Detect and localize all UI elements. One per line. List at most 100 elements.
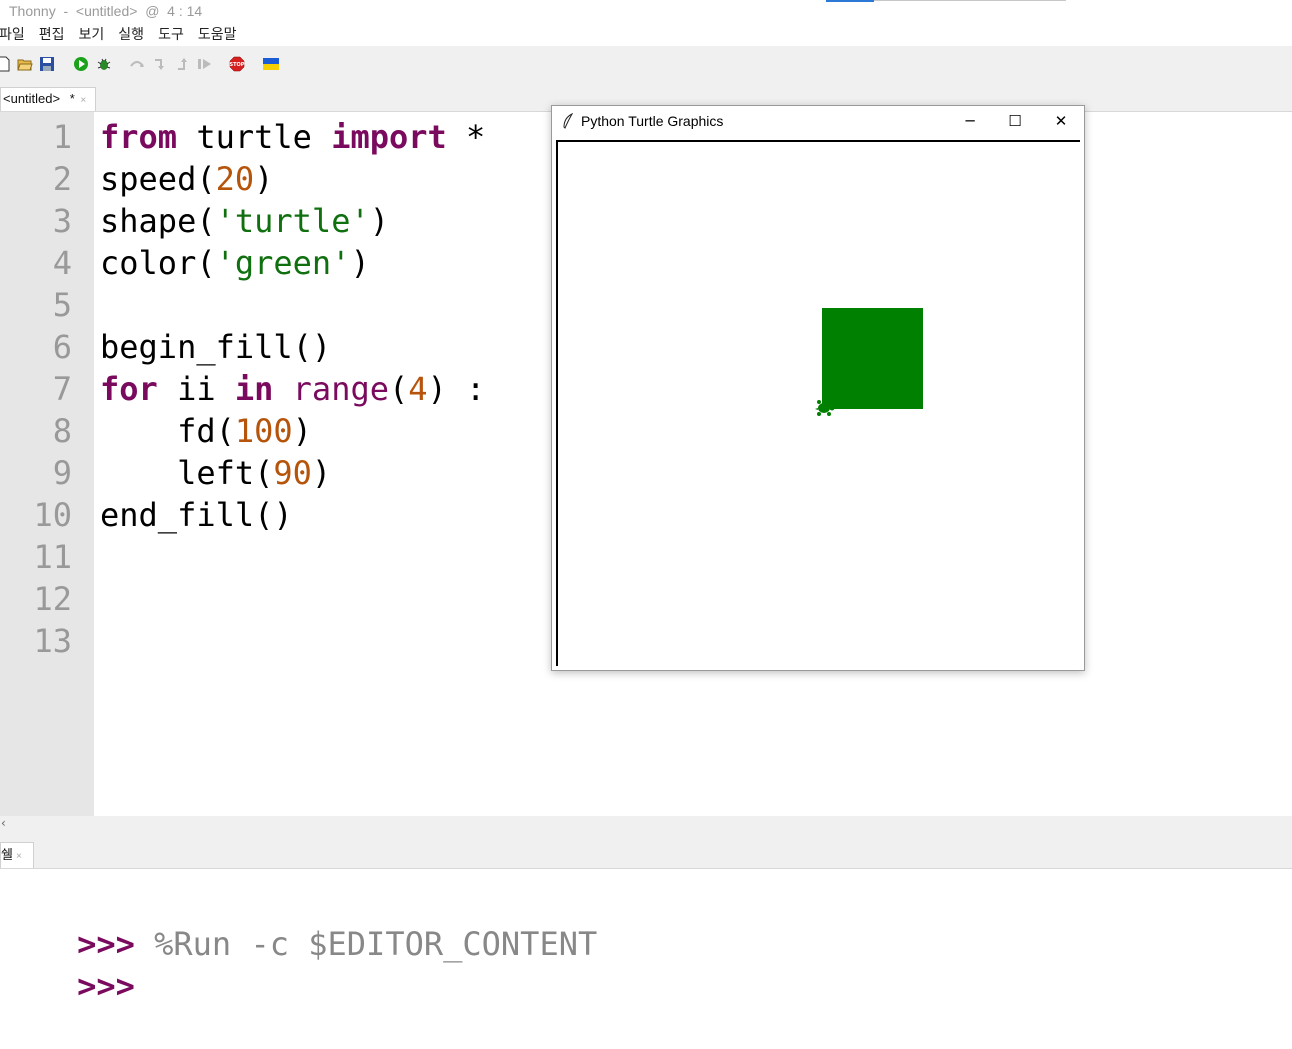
- line-number-gutter: 1 2 3 4 5 6 7 8 9 10 11 12 13: [0, 112, 94, 816]
- code-token: *: [446, 118, 486, 156]
- turtle-window-title: Python Turtle Graphics: [581, 113, 724, 129]
- code-line[interactable]: for ii in range(4) :: [100, 368, 485, 410]
- code-token: in: [234, 370, 274, 408]
- tab-shell[interactable]: 쉘 ×: [0, 842, 34, 868]
- scroll-left-icon[interactable]: ‹: [1, 816, 6, 830]
- line-number: 5: [52, 286, 72, 324]
- code-token: turtle: [177, 118, 332, 156]
- code-token: ): [350, 244, 370, 282]
- menu-tools[interactable]: 도구: [151, 24, 191, 46]
- close-button[interactable]: ✕: [1041, 110, 1081, 132]
- shell-tab-close-icon[interactable]: ×: [16, 851, 22, 862]
- line-number: 6: [52, 328, 72, 366]
- code-line[interactable]: color('green'): [100, 242, 485, 284]
- code-token: shape(: [100, 202, 216, 240]
- save-file-icon[interactable]: [39, 56, 55, 72]
- menu-help[interactable]: 도움말: [191, 24, 244, 46]
- code-line[interactable]: begin_fill(): [100, 326, 485, 368]
- code-line[interactable]: speed(20): [100, 158, 485, 200]
- resume-icon[interactable]: [197, 56, 213, 72]
- line-number: 7: [52, 370, 72, 408]
- code-token: ): [254, 160, 274, 198]
- code-area[interactable]: from turtle import * speed(20) shape('turt…: [100, 116, 485, 662]
- code-token: 4: [408, 370, 428, 408]
- code-token: left(: [100, 454, 274, 492]
- ukraine-flag-icon[interactable]: [263, 56, 279, 72]
- new-file-icon[interactable]: [0, 56, 12, 72]
- code-token: speed(: [100, 160, 216, 198]
- code-token: range: [292, 370, 389, 408]
- code-token: ): [292, 412, 312, 450]
- code-token: 90: [273, 454, 312, 492]
- line-number: 4: [52, 244, 72, 282]
- title-accent-line: [874, 0, 1066, 1]
- code-line[interactable]: end_fill(): [100, 494, 485, 536]
- shell-command: %Run -c $EDITOR_CONTENT: [134, 925, 598, 963]
- code-line[interactable]: [100, 536, 485, 578]
- code-token: from: [100, 118, 178, 156]
- shell-tab-label: 쉘: [1, 847, 13, 862]
- menu-edit[interactable]: 편집: [32, 24, 72, 46]
- toolbar: STOP: [0, 46, 1292, 86]
- code-token: for: [100, 370, 158, 408]
- menu-view[interactable]: 보기: [72, 24, 112, 46]
- line-number: 3: [52, 202, 72, 240]
- shell-line[interactable]: >>>: [0, 923, 135, 1049]
- line-number: 12: [33, 580, 72, 618]
- turtle-cursor-icon: [815, 400, 835, 416]
- turtle-canvas-frame: [556, 140, 1080, 666]
- maximize-button[interactable]: ☐: [995, 110, 1035, 132]
- menu-run[interactable]: 실행: [111, 24, 151, 46]
- code-line[interactable]: shape('turtle'): [100, 200, 485, 242]
- tab-untitled[interactable]: <untitled> * ×: [0, 87, 96, 111]
- tab-close-icon[interactable]: ×: [80, 95, 86, 106]
- line-number: 1: [52, 118, 72, 156]
- line-number: 10: [33, 496, 72, 534]
- run-icon[interactable]: [73, 56, 89, 72]
- turtle-canvas[interactable]: [556, 140, 1080, 666]
- debug-icon[interactable]: [96, 56, 112, 72]
- line-number: 2: [52, 160, 72, 198]
- filled-green-square: [822, 308, 923, 409]
- step-into-icon[interactable]: [152, 56, 168, 72]
- code-line[interactable]: from turtle import *: [100, 116, 485, 158]
- turtle-graphics-window[interactable]: Python Turtle Graphics ─ ☐ ✕: [551, 105, 1085, 671]
- shell-tab-strip: 쉘 ×: [0, 834, 1292, 869]
- code-token: import: [331, 118, 447, 156]
- editor-horizontal-scrollbar[interactable]: ‹: [0, 816, 1292, 834]
- step-over-icon[interactable]: [129, 56, 145, 72]
- turtle-window-title-bar[interactable]: Python Turtle Graphics ─ ☐ ✕: [552, 106, 1084, 136]
- title-accent: [826, 0, 874, 2]
- menu-file[interactable]: 파일: [0, 24, 32, 46]
- tab-modified-marker: *: [69, 91, 75, 106]
- code-token: color(: [100, 244, 216, 282]
- shell-console[interactable]: >>> %Run -c $EDITOR_CONTENT >>>: [0, 869, 1292, 1005]
- code-token: 'green': [215, 244, 351, 282]
- code-token: 20: [215, 160, 255, 198]
- stop-label: STOP: [230, 62, 245, 68]
- feather-icon: [563, 113, 574, 129]
- minimize-button[interactable]: ─: [950, 110, 990, 132]
- code-token: ): [311, 454, 332, 492]
- code-token: 100: [234, 412, 293, 450]
- code-token: ii: [157, 370, 235, 408]
- stop-icon[interactable]: STOP: [229, 56, 245, 72]
- line-number: 11: [33, 538, 72, 576]
- line-number: 13: [33, 622, 72, 660]
- code-token: end_fill(): [100, 496, 293, 534]
- line-number: 8: [52, 412, 72, 450]
- code-token: ): [369, 202, 389, 240]
- step-out-icon[interactable]: [175, 56, 191, 72]
- code-line[interactable]: [100, 284, 485, 326]
- code-line[interactable]: left(90): [100, 452, 485, 494]
- window-title-bar: Thonny - <untitled> @ 4 : 14: [0, 0, 1292, 24]
- open-file-icon[interactable]: [17, 56, 33, 72]
- code-token: begin_fill(): [100, 328, 332, 366]
- code-line[interactable]: fd(100): [100, 410, 485, 452]
- code-token: 'turtle': [215, 202, 370, 240]
- code-line[interactable]: [100, 620, 485, 662]
- code-token: fd(: [100, 412, 235, 450]
- menu-bar: 파일 편집 보기 실행 도구 도움말: [0, 24, 1292, 46]
- code-line[interactable]: [100, 578, 485, 620]
